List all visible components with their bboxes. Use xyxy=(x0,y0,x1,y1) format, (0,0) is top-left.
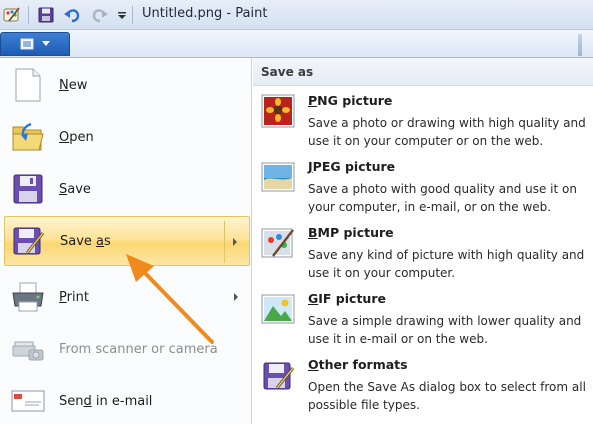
menu-item-save[interactable]: Save xyxy=(4,164,250,214)
png-picture-icon xyxy=(261,94,295,128)
save-as-gif[interactable]: GIF picture Save a simple drawing with l… xyxy=(253,288,593,352)
save-as-other-formats[interactable]: Other formats Open the Save As dialog bo… xyxy=(253,354,593,418)
window-title: Untitled.png - Paint xyxy=(142,6,268,21)
split-button-divider xyxy=(224,221,225,263)
menu-item-new[interactable]: New xyxy=(4,60,250,110)
title-bar: Untitled.png - Paint xyxy=(0,0,593,30)
submenu-title: Save as xyxy=(261,65,314,79)
save-as-icon xyxy=(11,223,47,259)
menu-item-label: Save xyxy=(59,181,91,197)
format-title: JPEG picture xyxy=(308,159,396,174)
email-icon xyxy=(10,383,46,419)
save-as-png[interactable]: PNG picture Save a photo or drawing with… xyxy=(253,90,593,154)
submenu-header: Save as xyxy=(253,58,593,86)
format-title: BMP picture xyxy=(308,225,394,240)
format-description: Save a photo or drawing with high qualit… xyxy=(308,116,586,148)
submenu-arrow-icon[interactable] xyxy=(234,293,238,301)
paint-menu-button[interactable] xyxy=(0,32,70,56)
ribbon-scroll-edge xyxy=(578,34,582,56)
menu-item-open[interactable]: Open xyxy=(4,112,250,162)
jpeg-picture-icon xyxy=(261,160,295,194)
undo-icon[interactable] xyxy=(62,5,82,25)
format-description: Save any kind of picture with high quali… xyxy=(308,248,585,280)
menu-item-label: New xyxy=(59,77,88,93)
qat-separator xyxy=(28,6,29,24)
menu-item-label: Open xyxy=(59,129,94,145)
ribbon-bar xyxy=(0,30,593,58)
bmp-picture-icon xyxy=(261,226,295,260)
menu-item-label: Save as xyxy=(60,233,111,249)
redo-icon[interactable] xyxy=(90,5,110,25)
menu-item-print[interactable]: Print xyxy=(4,272,250,322)
menu-item-label: From scanner or camera xyxy=(59,341,218,357)
menu-item-send-email[interactable]: Send in e-mail xyxy=(4,376,250,424)
format-title: PNG picture xyxy=(308,93,393,108)
title-separator xyxy=(132,6,133,24)
new-document-icon xyxy=(10,67,46,103)
format-title: Other formats xyxy=(308,357,408,372)
save-as-jpeg[interactable]: JPEG picture Save a photo with good qual… xyxy=(253,156,593,220)
application-menu: New Open Save Save as Print From scanner… xyxy=(0,58,252,424)
submenu-arrow-icon[interactable] xyxy=(233,238,237,246)
open-folder-icon xyxy=(10,119,46,155)
paint-app-icon[interactable] xyxy=(2,5,22,25)
chevron-down-icon xyxy=(42,41,50,46)
scanner-icon xyxy=(10,331,46,367)
format-description: Save a simple drawing with lower quality… xyxy=(308,314,582,346)
format-description: Open the Save As dialog box to select fr… xyxy=(308,380,586,412)
gif-picture-icon xyxy=(261,292,295,326)
save-as-bmp[interactable]: BMP picture Save any kind of picture wit… xyxy=(253,222,593,286)
menu-item-save-as[interactable]: Save as xyxy=(4,216,250,266)
paint-menu-icon xyxy=(20,38,34,50)
floppy-disk-icon xyxy=(10,171,46,207)
menu-item-label: Send in e-mail xyxy=(59,393,153,409)
customize-dropdown-icon[interactable] xyxy=(112,5,132,25)
printer-icon xyxy=(10,279,46,315)
save-as-submenu: Save as PNG picture Save a photo or draw… xyxy=(253,58,593,424)
menu-item-from-scanner: From scanner or camera xyxy=(4,324,250,374)
format-description: Save a photo with good quality and use i… xyxy=(308,182,577,214)
other-formats-icon xyxy=(261,358,295,392)
format-title: GIF picture xyxy=(308,291,386,306)
save-icon[interactable] xyxy=(36,5,56,25)
menu-item-label: Print xyxy=(59,289,89,305)
